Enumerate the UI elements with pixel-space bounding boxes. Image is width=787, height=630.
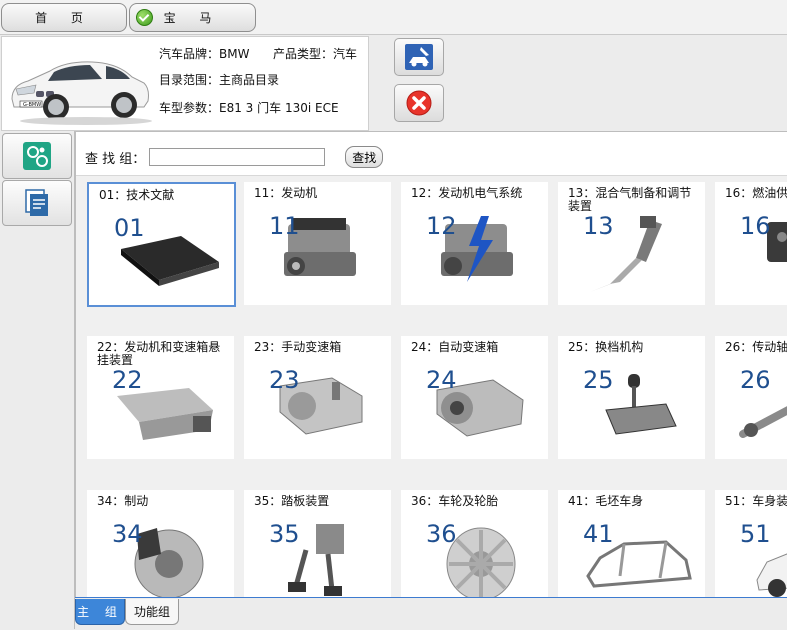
group-title: 11：发动机: [254, 186, 318, 200]
group-number: 25: [583, 366, 614, 394]
group-number: 13: [583, 212, 614, 240]
catalog-scope-row: 目录范围：主商品目录: [159, 71, 279, 88]
group-card-25[interactable]: 25：换档机构 25: [558, 336, 705, 459]
group-number: 01: [114, 214, 145, 242]
group-number: 24: [426, 366, 457, 394]
group-card-41[interactable]: 41：毛坯车身 41: [558, 490, 705, 598]
group-title: 26：传动轴: [725, 340, 787, 354]
group-number: 34: [112, 520, 143, 548]
close-vehicle-button[interactable]: [394, 84, 444, 122]
group-number: 23: [269, 366, 300, 394]
group-number: 12: [426, 212, 457, 240]
check-icon: [136, 9, 153, 26]
vehicle-edit-icon: [405, 44, 433, 70]
brand-value: BMW: [219, 47, 250, 61]
tab-function-group[interactable]: 功能组: [125, 599, 179, 625]
group-card-35[interactable]: 35：踏板装置 35: [244, 490, 391, 598]
group-card-24[interactable]: 24：自动变速箱 24: [401, 336, 548, 459]
search-label: 查 找 组：: [85, 151, 146, 167]
search-input[interactable]: [149, 148, 326, 166]
catalog-scope-value: 主商品目录: [219, 73, 280, 87]
group-title: 13：混合气制备和调节装置: [568, 186, 692, 213]
license-plate: G-BMW: [23, 102, 41, 108]
group-title: 01：技术文献: [99, 188, 175, 202]
group-number: 51: [740, 520, 771, 548]
brand-label: 汽车品牌：: [159, 47, 220, 61]
tab-main-group[interactable]: 主 组: [75, 599, 125, 625]
vehicle-select-button[interactable]: [394, 38, 444, 76]
close-icon: [406, 90, 432, 116]
tab-function-group-label: 功能组: [133, 605, 170, 619]
group-title: 23：手动变速箱: [254, 340, 342, 354]
parts-icon: [23, 142, 51, 170]
group-number: 36: [426, 520, 457, 548]
left-sidebar: [0, 131, 75, 629]
group-title: 24：自动变速箱: [411, 340, 499, 354]
catalog-scope-label: 目录范围：: [159, 73, 220, 87]
group-title: 12：发动机电气系统: [411, 186, 523, 200]
group-number: 41: [583, 520, 614, 548]
group-number: 16: [740, 212, 771, 240]
documents-icon: [25, 189, 48, 216]
sidebar-documents-button[interactable]: [2, 180, 72, 226]
group-title: 16：燃油供应: [725, 186, 787, 200]
car-photo: G-BMW: [11, 61, 152, 125]
group-number: 26: [740, 366, 771, 394]
tab-main-group-label: 主 组: [77, 605, 123, 619]
top-tab-bar: 首 页 宝 马: [0, 0, 787, 35]
tab-home-label: 首 页: [35, 11, 93, 25]
model-params-label: 车型参数：: [159, 101, 220, 115]
group-title: 36：车轮及轮胎: [411, 494, 499, 508]
model-params-row: 车型参数：E81 3 门车 130i ECE: [159, 99, 339, 116]
group-card-01[interactable]: 01：技术文献 01: [87, 182, 236, 307]
group-card-16[interactable]: 16：燃油供应 16: [715, 182, 787, 305]
group-number: 22: [112, 366, 143, 394]
sidebar-parts-button[interactable]: [2, 133, 72, 179]
tab-bmw-label: 宝 马: [163, 11, 222, 25]
group-card-34[interactable]: 34：制动 34: [87, 490, 234, 598]
vehicle-info-panel: G-BMW 汽车品牌：BMW 产品类型：汽车 目录范围：主商品目录 车型参数：E…: [1, 36, 369, 131]
product-type-value: 汽车: [333, 47, 358, 61]
group-card-12[interactable]: 12：发动机电气系统 12: [401, 182, 548, 305]
group-title: 25：换档机构: [568, 340, 644, 354]
product-type-label: 产品类型：: [273, 47, 334, 61]
group-title: 22：发动机和变速箱悬挂装置: [97, 340, 221, 367]
group-card-23[interactable]: 23：手动变速箱 23: [244, 336, 391, 459]
vehicle-brand-row: 汽车品牌：BMW 产品类型：汽车: [159, 45, 357, 62]
group-card-36[interactable]: 36：车轮及轮胎 36: [401, 490, 548, 598]
model-params-value: E81 3 门车 130i ECE: [219, 101, 339, 115]
group-number: 35: [269, 520, 300, 548]
group-card-26[interactable]: 26：传动轴 26: [715, 336, 787, 459]
group-grid: 01：技术文献 01 11：发动机 11 12：发动机电气系统 12 13：混合气制备和调节…: [76, 175, 787, 598]
group-title: 51：车身装饰: [725, 494, 787, 508]
main-group-panel: 查 找 组： 查找 01：技术文献 01 11：发动机 11 12：发动机电气系统 12 1…: [75, 131, 787, 598]
group-card-11[interactable]: 11：发动机 11: [244, 182, 391, 305]
search-button[interactable]: 查找: [345, 146, 384, 168]
group-number: 11: [269, 212, 300, 240]
group-card-13[interactable]: 13：混合气制备和调节装置 13: [558, 182, 705, 305]
tab-bmw[interactable]: 宝 马: [129, 3, 256, 32]
group-title: 41：毛坯车身: [568, 494, 644, 508]
group-title: 34：制动: [97, 494, 149, 508]
group-search: 查 找 组： 查找: [85, 146, 384, 168]
bottom-tab-bar: 主 组 功能组: [75, 597, 787, 630]
tab-home[interactable]: 首 页: [1, 3, 127, 32]
group-card-22[interactable]: 22：发动机和变速箱悬挂装置 22: [87, 336, 234, 459]
group-title: 35：踏板装置: [254, 494, 330, 508]
group-card-51[interactable]: 51：车身装饰 51: [715, 490, 787, 598]
